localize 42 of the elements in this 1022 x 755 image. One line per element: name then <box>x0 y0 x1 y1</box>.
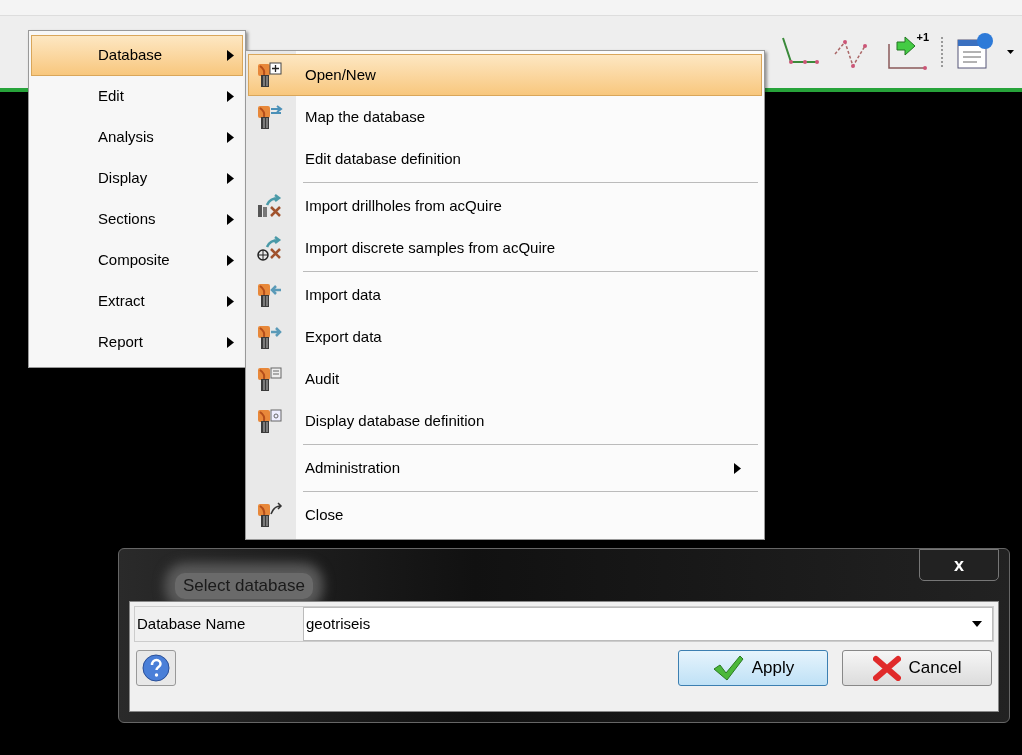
database-plus-icon <box>257 62 283 88</box>
database-document-icon <box>257 366 283 392</box>
menu-item[interactable]: Sections <box>31 199 243 240</box>
database-import-icon <box>257 282 283 308</box>
counter-label: +1 <box>916 32 929 43</box>
apply-button[interactable]: Apply <box>678 650 828 686</box>
dropdown-arrow-icon <box>972 621 982 627</box>
database-return-icon <box>257 502 283 528</box>
help-button[interactable] <box>136 650 176 686</box>
menu-item[interactable]: Database <box>31 35 243 76</box>
menu-item[interactable]: Import data <box>248 274 762 316</box>
menu-item[interactable]: Report <box>31 322 243 363</box>
close-button[interactable]: x <box>919 549 999 581</box>
menu-item[interactable]: Administration <box>248 447 762 489</box>
checkmark-icon <box>711 655 744 681</box>
menu-item[interactable]: Analysis <box>31 117 243 158</box>
menu-item[interactable]: Composite <box>31 240 243 281</box>
menu-item[interactable]: Extract <box>31 281 243 322</box>
menu-item[interactable]: Close <box>248 494 762 536</box>
cancel-button[interactable]: Cancel <box>842 650 992 686</box>
menu-item[interactable]: Edit <box>31 76 243 117</box>
menu-item[interactable]: Display database definition <box>248 400 762 442</box>
menu-item[interactable]: Import discrete samples from acQuire <box>248 227 762 269</box>
info-document-icon[interactable] <box>955 32 995 72</box>
dialog-title: Select database <box>175 573 313 599</box>
menu-item[interactable]: Edit database definition <box>248 138 762 180</box>
menu-item[interactable]: Map the database <box>248 96 762 138</box>
field-label: Database Name <box>136 613 247 634</box>
database-arrows-icon <box>257 104 283 130</box>
menu-item[interactable]: Audit <box>248 358 762 400</box>
dropdown-arrow-icon[interactable] <box>1007 50 1014 54</box>
menu-item[interactable]: Export data <box>248 316 762 358</box>
drillholes-import-icon <box>257 193 283 219</box>
menu-item[interactable]: Open/New <box>248 54 762 96</box>
help-icon <box>142 654 170 682</box>
samples-import-icon <box>257 235 283 261</box>
database-name-dropdown[interactable]: geotriseis <box>303 607 993 641</box>
database-document-icon <box>257 408 283 434</box>
cancel-x-icon <box>872 655 901 681</box>
menu-item[interactable]: Import drillholes from acQuire <box>248 185 762 227</box>
menu-item[interactable]: Display <box>31 158 243 199</box>
database-export-icon <box>257 324 283 350</box>
